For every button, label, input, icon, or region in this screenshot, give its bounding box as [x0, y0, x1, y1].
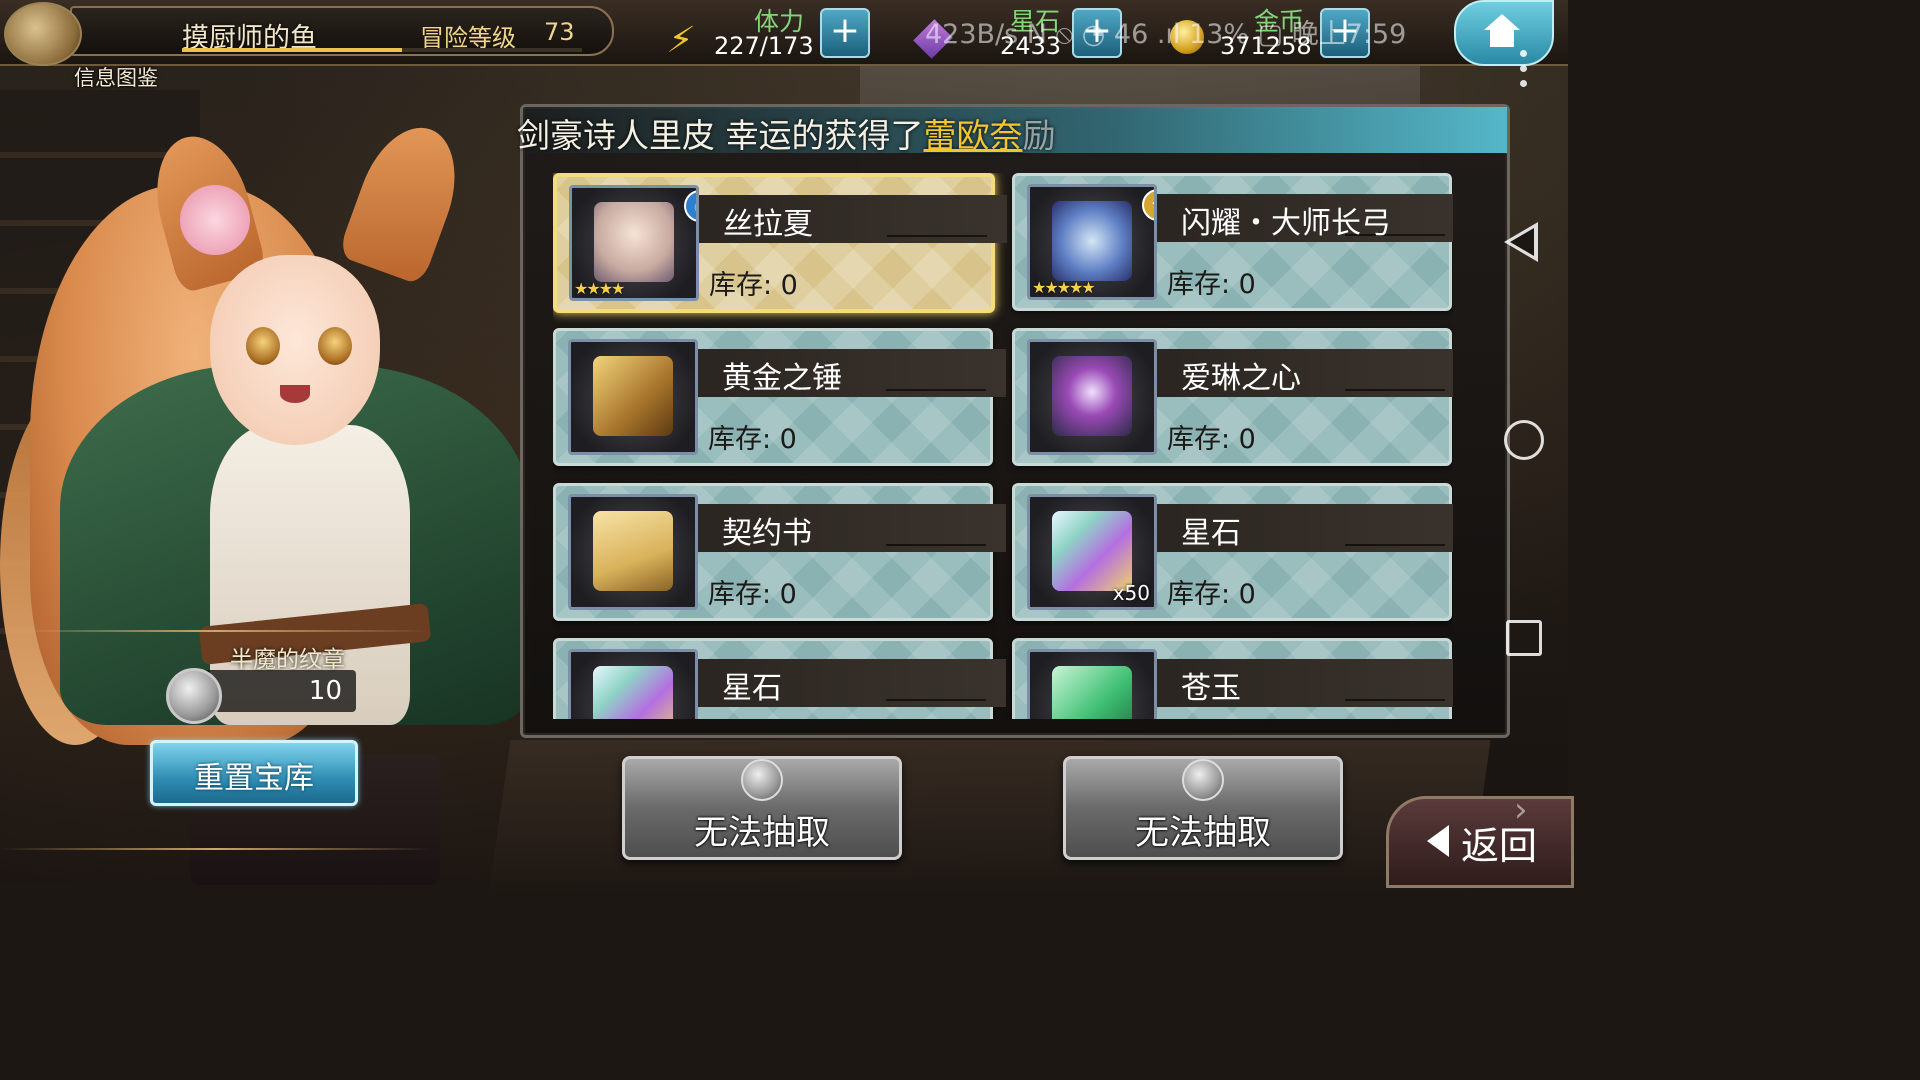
item-name: 星石 [722, 671, 782, 706]
rarity-stars: ★★★★★ [1032, 278, 1096, 297]
back-arrow-icon [1427, 825, 1449, 857]
reset-vault-button[interactable]: 重置宝库 [150, 740, 358, 806]
menu-dot [1520, 50, 1527, 57]
home-icon-body [1490, 29, 1514, 47]
overflow-menu-icon[interactable] [1520, 50, 1530, 96]
hair-flower-ornament [180, 185, 250, 255]
vault-item-card[interactable]: 爱琳之心库存: 0 [1012, 328, 1453, 466]
item-name: 星石 [1181, 516, 1241, 551]
player-avatar-helmet-icon[interactable] [4, 2, 82, 66]
draw-button-2-label: 无法抽取 [1135, 813, 1271, 853]
vault-item-card[interactable]: ★★★★ 💧 丝拉夏库存: 0 [553, 173, 1007, 313]
character-portrait-icon [594, 202, 674, 282]
item-stock: 库存: 0 [1167, 579, 1256, 610]
draw-button-1-label: 无法抽取 [694, 813, 830, 853]
add-stamina-button[interactable]: + [820, 8, 870, 58]
lightning-icon: ⚡ [664, 20, 697, 61]
divider-line [0, 848, 430, 850]
bow-icon [1052, 201, 1132, 281]
jade-icon [1052, 666, 1132, 719]
item-thumbnail [568, 649, 698, 719]
character-left-eye [246, 327, 280, 365]
character-mouth [280, 385, 310, 403]
item-name: 契约书 [722, 516, 812, 551]
info-encyclopedia-label[interactable]: 信息图鉴 [74, 62, 158, 92]
adventure-level-value: 73 [544, 18, 575, 46]
character-right-eye [318, 327, 352, 365]
star-stone-icon [593, 666, 673, 719]
item-name: 黄金之锤 [722, 361, 842, 396]
item-thumbnail: ★★★★★ ✸ [1027, 184, 1157, 300]
announcement-highlight: 蕾欧奈 [923, 116, 1023, 155]
scroll-icon [593, 511, 673, 591]
item-name: 苍玉 [1181, 671, 1241, 706]
menu-dot [1520, 65, 1527, 72]
stamina-value: 227/173 [714, 32, 814, 60]
element-badge-icon: ✸ [1142, 189, 1154, 221]
gem-heart-icon [1052, 356, 1132, 436]
vault-item-card[interactable]: x50 星石库存: 0 [1012, 483, 1453, 621]
home-icon [1484, 14, 1520, 48]
announcement-text: 剑豪诗人里皮 幸运的获得了蕾欧奈励 [517, 109, 1056, 157]
hammer-icon [593, 356, 673, 436]
announcement-prefix: 剑豪诗人里皮 幸运的获得了 [517, 116, 924, 155]
item-thumbnail [1027, 339, 1157, 455]
reset-vault-label: 重置宝库 [194, 761, 314, 796]
vault-panel: 剑豪诗人里皮 幸运的获得了蕾欧奈励 ★★★★ 💧 丝拉夏库存: 0 ★★★★★ ✸ 闪耀・… [517, 104, 1510, 738]
item-stock: 库存: 0 [708, 424, 797, 455]
android-recent-apps-icon[interactable] [1506, 620, 1542, 656]
vault-item-card[interactable]: 契约书库存: 0 [553, 483, 1006, 621]
draw-button-1[interactable]: 无法抽取 [622, 756, 902, 860]
item-name: 闪耀・大师长弓 [1181, 206, 1391, 241]
experience-bar [182, 48, 582, 52]
vault-item-card[interactable]: 黄金之锤库存: 0 [553, 328, 1006, 466]
menu-dot [1520, 80, 1527, 87]
top-status-bar: 摸厨师的鱼 冒险等级 73 ⚡ 体力 227/173 + 星石 2433 + 金… [0, 0, 1568, 66]
character-face [210, 255, 380, 445]
emblem-coin-icon [741, 759, 783, 801]
android-back-icon[interactable] [1504, 222, 1538, 262]
android-home-icon[interactable] [1504, 420, 1544, 460]
item-stock: 库存: 0 [1167, 424, 1256, 455]
star-stone-icon [1052, 511, 1132, 591]
item-thumbnail: x50 [1027, 494, 1157, 610]
emblem-counter: 半魔的纹章 10 [166, 640, 356, 724]
item-name: 爱琳之心 [1181, 361, 1301, 396]
element-badge-icon: 💧 [684, 190, 696, 222]
vault-item-card[interactable]: 星石 [553, 638, 1006, 719]
character-right-ear [337, 114, 473, 286]
player-plate[interactable]: 摸厨师的鱼 冒险等级 73 [70, 6, 614, 56]
home-icon-roof [1484, 14, 1520, 30]
chevron-right-icon[interactable]: › [1514, 790, 1528, 830]
rarity-stars: ★★★★ [574, 279, 625, 298]
item-thumbnail [568, 494, 698, 610]
vault-item-card[interactable]: ★★★★★ ✸ 闪耀・大师长弓库存: 0 [1012, 173, 1453, 311]
back-button[interactable]: 返回 [1386, 796, 1574, 888]
announcement-suffix: 励 [1022, 116, 1056, 155]
divider-line [0, 630, 430, 632]
emblem-coin-icon [1182, 759, 1224, 801]
item-thumbnail [568, 339, 698, 455]
emblem-count: 10 [308, 676, 342, 706]
home-button[interactable] [1454, 0, 1554, 66]
item-thumbnail: ★★★★ 💧 [569, 185, 699, 301]
announcement-marquee: 剑豪诗人里皮 幸运的获得了蕾欧奈励 [517, 107, 1507, 155]
vault-item-card[interactable]: 苍玉 [1012, 638, 1453, 719]
item-stock: 库存: 0 [1167, 269, 1256, 300]
emblem-coin-icon [166, 668, 222, 724]
item-thumbnail [1027, 649, 1157, 719]
item-stock: 库存: 0 [708, 579, 797, 610]
system-status-overlay: 423B/s N ⦸ ◔ 46 .ıl 13% ▢ 晚上7:59 [925, 19, 1407, 50]
vault-item-list[interactable]: ★★★★💧丝拉夏库存: 0★★★★★✸闪耀・大师长弓库存: 0黄金之锤库存: 0… [553, 173, 1453, 719]
experience-bar-fill [182, 48, 402, 52]
emblem-label: 半魔的纹章 [230, 647, 345, 673]
item-quantity-tag: x50 [1112, 581, 1150, 605]
draw-button-2[interactable]: 无法抽取 [1063, 756, 1343, 860]
item-name: 丝拉夏 [723, 207, 813, 242]
item-stock: 库存: 0 [709, 270, 798, 301]
